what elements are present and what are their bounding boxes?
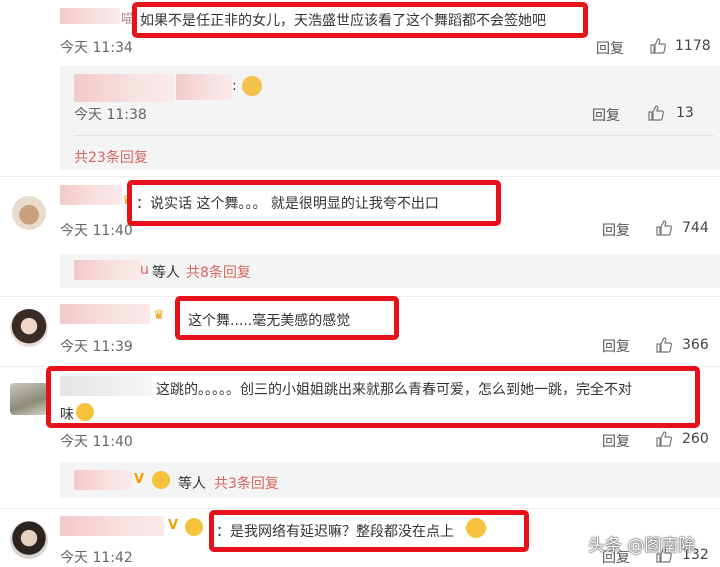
emoji-icon — [152, 471, 170, 489]
thinking-emoji-icon — [466, 518, 486, 538]
comment-text: 这跳的。。。。。创三的小姐姐跳出来就那么青春可爱，怎么到她一跳，完全不对 — [156, 382, 632, 398]
avatar[interactable] — [10, 521, 48, 559]
reply-button[interactable]: 回复 — [596, 38, 624, 58]
like-count: 260 — [682, 431, 709, 447]
sub-reply-time: 今天 11:38 — [74, 107, 147, 123]
watermark: 头条 @图南除 — [588, 536, 696, 556]
reply-button[interactable]: 回复 — [602, 431, 630, 451]
like-count: 366 — [682, 337, 709, 353]
verified-v-icon: V — [168, 518, 179, 533]
username-blurred — [60, 304, 150, 324]
reply-button[interactable]: 回复 — [602, 336, 630, 356]
username-blurred — [60, 185, 122, 205]
username-blurred — [74, 260, 142, 280]
verified-v-icon: V — [134, 472, 145, 487]
reply-button[interactable]: 回复 — [602, 220, 630, 240]
username-blurred — [60, 8, 120, 24]
like-count: 13 — [676, 105, 694, 121]
reply-button[interactable]: 回复 — [592, 105, 620, 125]
avatar[interactable] — [10, 309, 48, 347]
summary-others: 等人 — [152, 265, 180, 281]
comment-text: ：说实话 这个舞。。。 就是很明显的让我夸不出口 — [136, 196, 439, 212]
more-replies-link[interactable]: 共8条回复 — [186, 262, 251, 282]
like-count: 1178 — [675, 38, 711, 54]
emoji-icon — [185, 518, 203, 536]
comment-time: 今天 11:34 — [60, 40, 133, 56]
thumbs-up-icon[interactable] — [656, 431, 672, 447]
doge-emoji-icon — [242, 76, 262, 96]
summary-name[interactable]: u — [140, 262, 149, 278]
thumbs-up-icon[interactable] — [650, 38, 666, 54]
comment-time: 今天 11:39 — [60, 339, 133, 355]
username-blurred — [60, 516, 164, 536]
summary-others: 等人 — [178, 476, 206, 492]
divider — [0, 176, 720, 177]
sub-reply-text: : — [232, 78, 237, 94]
username-blurred — [74, 74, 174, 102]
comment-text: ：是我网络有延迟嘛？整段都没在点上 — [216, 524, 454, 540]
avatar[interactable] — [10, 383, 48, 415]
username-blurred — [74, 470, 132, 490]
like-count: 744 — [682, 220, 709, 236]
sub-divider — [74, 135, 714, 136]
thumbs-up-icon[interactable] — [648, 105, 664, 121]
avatar[interactable] — [12, 196, 46, 230]
comment-text: 这个舞.....毫无美感的感觉 — [188, 313, 351, 329]
thumbs-up-icon[interactable] — [656, 220, 672, 236]
more-replies-link[interactable]: 共3条回复 — [214, 473, 279, 493]
username-blurred — [176, 74, 232, 100]
comment-text-continued: 味 — [60, 407, 74, 423]
thumbs-up-icon[interactable] — [656, 337, 672, 353]
divider — [0, 508, 720, 509]
comment-text: 如果不是任正非的女儿，天浩盛世应该看了这个舞蹈都不会签她吧 — [140, 13, 546, 29]
vip-badge-icon: ♛ — [153, 308, 165, 323]
more-replies-link[interactable]: 共23条回复 — [74, 147, 148, 167]
emoji-icon — [76, 403, 94, 421]
comment-time: 今天 11:40 — [60, 223, 133, 239]
comment-time: 今天 11:42 — [60, 550, 133, 566]
comment-time: 今天 11:40 — [60, 434, 133, 450]
